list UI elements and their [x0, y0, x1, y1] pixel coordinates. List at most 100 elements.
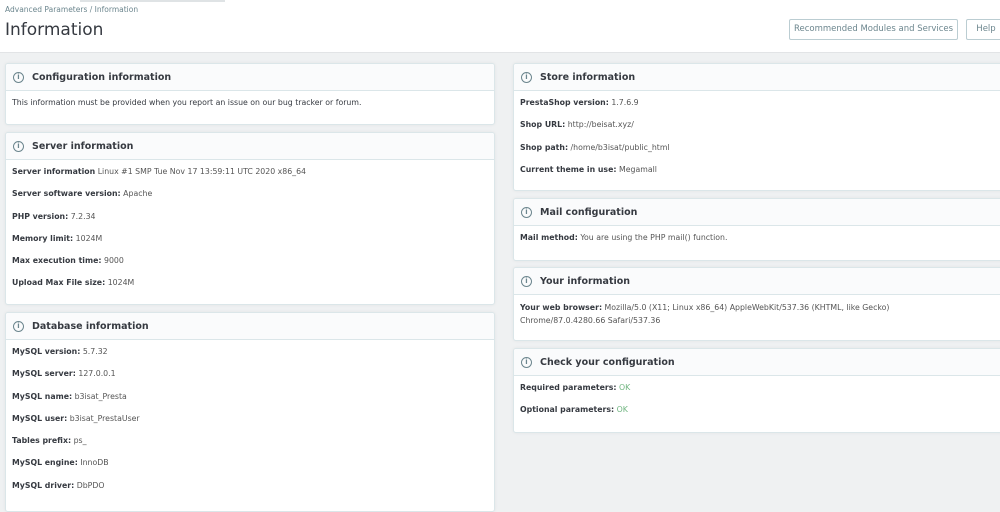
- info-label: Server software version:: [12, 189, 121, 199]
- info-label: Current theme in use:: [520, 164, 617, 174]
- info-label: Required parameters:: [520, 383, 617, 392]
- info-value: Linux #1 SMP Tue Nov 17 13:59:11 UTC 202…: [97, 167, 306, 176]
- info-icon: i: [13, 140, 24, 152]
- info-row: MySQL server: 127.0.0.1: [12, 369, 488, 391]
- store-info-card: i Store information PrestaShop version: 1.…: [513, 63, 1000, 191]
- info-label: Tables prefix:: [12, 436, 72, 446]
- card-header: i Store information: [514, 64, 1000, 91]
- card-title: Configuration information: [32, 71, 172, 83]
- info-row: Shop URL: http://beisat.xyz/: [520, 120, 1000, 142]
- info-label: Server information: [12, 167, 96, 176]
- info-label: Shop path:: [520, 142, 569, 152]
- your-info-card: i Your information Your web browser: Mozil…: [513, 267, 1000, 341]
- info-value: Apache: [123, 189, 153, 199]
- card-title: Check your configuration: [540, 356, 675, 368]
- breadcrumb: Advanced Parameters / Information: [5, 5, 138, 14]
- info-row: Current theme in use: Megamall: [520, 165, 1000, 187]
- info-value: 127.0.0.1: [78, 369, 116, 379]
- info-row: MySQL name: b3isat_Presta: [12, 392, 488, 414]
- card-title: Mail configuration: [540, 206, 638, 218]
- breadcrumb-item-information: Information: [94, 5, 139, 14]
- info-row: Upload Max File size: 1024M: [12, 278, 488, 300]
- page-title: Information: [5, 20, 104, 40]
- info-row: Memory limit: 1024M: [12, 234, 488, 256]
- info-row: Mail method: You are using the PHP mail(…: [520, 233, 1000, 255]
- card-title: Server information: [32, 140, 134, 152]
- info-row: PrestaShop version: 1.7.6.9: [520, 98, 1000, 120]
- breadcrumb-separator: /: [89, 5, 93, 14]
- info-label: MySQL name:: [12, 391, 73, 401]
- card-header: i Configuration information: [6, 64, 494, 91]
- info-value: You are using the PHP mail() function.: [580, 233, 728, 242]
- info-row: Shop path: /home/b3isat/public_html: [520, 143, 1000, 165]
- info-row: PHP version: 7.2.34: [12, 212, 488, 234]
- info-value: b3isat_Presta: [74, 391, 127, 401]
- info-value: InnoDB: [80, 458, 109, 468]
- info-row: MySQL engine: InnoDB: [12, 458, 488, 480]
- info-value: OK: [619, 383, 631, 392]
- info-value: 1024M: [107, 278, 135, 288]
- card-header: i Database information: [6, 313, 494, 340]
- card-header: i Mail configuration: [514, 199, 1000, 226]
- card-title: Database information: [32, 320, 149, 332]
- card-title: Your information: [540, 275, 631, 287]
- info-value: Megamall: [618, 164, 657, 174]
- card-header: i Your information: [514, 268, 1000, 295]
- info-row: Server software version: Apache: [12, 189, 488, 211]
- info-value: b3isat_PrestaUser: [69, 413, 140, 423]
- page-header: Advanced Parameters / Information Inform…: [0, 0, 1000, 53]
- info-value: http://beisat.xyz/: [567, 120, 634, 130]
- config-info-text: This information must be provided when y…: [12, 98, 362, 107]
- info-icon: i: [13, 71, 24, 83]
- info-icon: i: [521, 275, 532, 287]
- info-row: Server information Linux #1 SMP Tue Nov …: [12, 167, 488, 189]
- database-info-card: i Database information MySQL version: 5.7.…: [5, 312, 495, 512]
- info-label: Max execution time:: [12, 256, 102, 266]
- config-info-card: i Configuration information This informat…: [5, 63, 495, 125]
- card-header: i Server information: [6, 133, 494, 160]
- info-row: MySQL user: b3isat_PrestaUser: [12, 414, 488, 436]
- breadcrumb-item-advanced-parameters[interactable]: Advanced Parameters: [5, 5, 87, 14]
- info-value: /home/b3isat/public_html: [570, 142, 670, 152]
- check-config-card: i Check your configuration Required parame…: [513, 348, 1000, 433]
- info-label: Optional parameters:: [520, 405, 615, 415]
- info-value: 5.7.32: [82, 347, 108, 356]
- loading-bar: [80, 0, 225, 2]
- mail-config-card: i Mail configuration Mail method: You are …: [513, 198, 1000, 261]
- info-label: Shop URL:: [520, 120, 566, 130]
- info-value: OK: [616, 405, 628, 415]
- info-value: ps_: [73, 436, 87, 446]
- info-value: 1.7.6.9: [611, 98, 639, 107]
- info-row: Required parameters: OK: [520, 383, 1000, 405]
- info-icon: i: [521, 71, 532, 83]
- info-row: Your web browser: Mozilla/5.0 (X11; Linu…: [520, 302, 1000, 327]
- card-header: i Check your configuration: [514, 349, 1000, 376]
- info-label: Upload Max File size:: [12, 278, 106, 288]
- info-icon: i: [521, 206, 532, 218]
- info-label: MySQL server:: [12, 369, 76, 379]
- info-label: MySQL version:: [12, 347, 81, 356]
- info-row: MySQL version: 5.7.32: [12, 347, 488, 369]
- recommended-modules-button[interactable]: Recommended Modules and Services: [789, 19, 958, 40]
- info-label: MySQL user:: [12, 413, 68, 423]
- info-label: Mail method:: [520, 233, 578, 242]
- info-label: PrestaShop version:: [520, 98, 609, 107]
- info-value: 9000: [103, 256, 124, 266]
- info-value: 7.2.34: [70, 211, 96, 221]
- info-label: PHP version:: [12, 211, 69, 221]
- info-row: Optional parameters: OK: [520, 405, 1000, 427]
- info-icon: i: [521, 356, 532, 368]
- card-title: Store information: [540, 71, 636, 83]
- info-row: Max execution time: 9000: [12, 256, 488, 278]
- info-value: DbPDO: [76, 480, 105, 490]
- info-row: Tables prefix: ps_: [12, 436, 488, 458]
- info-label: MySQL engine:: [12, 458, 78, 468]
- info-label: Memory limit:: [12, 233, 74, 243]
- info-row: MySQL driver: DbPDO: [12, 481, 488, 503]
- info-label: MySQL driver:: [12, 480, 75, 490]
- info-value: 1024M: [75, 233, 103, 243]
- info-label: Your web browser:: [520, 303, 603, 312]
- server-info-card: i Server information Server information Li…: [5, 132, 495, 305]
- help-button[interactable]: Help: [966, 19, 1000, 40]
- info-icon: i: [13, 320, 24, 332]
